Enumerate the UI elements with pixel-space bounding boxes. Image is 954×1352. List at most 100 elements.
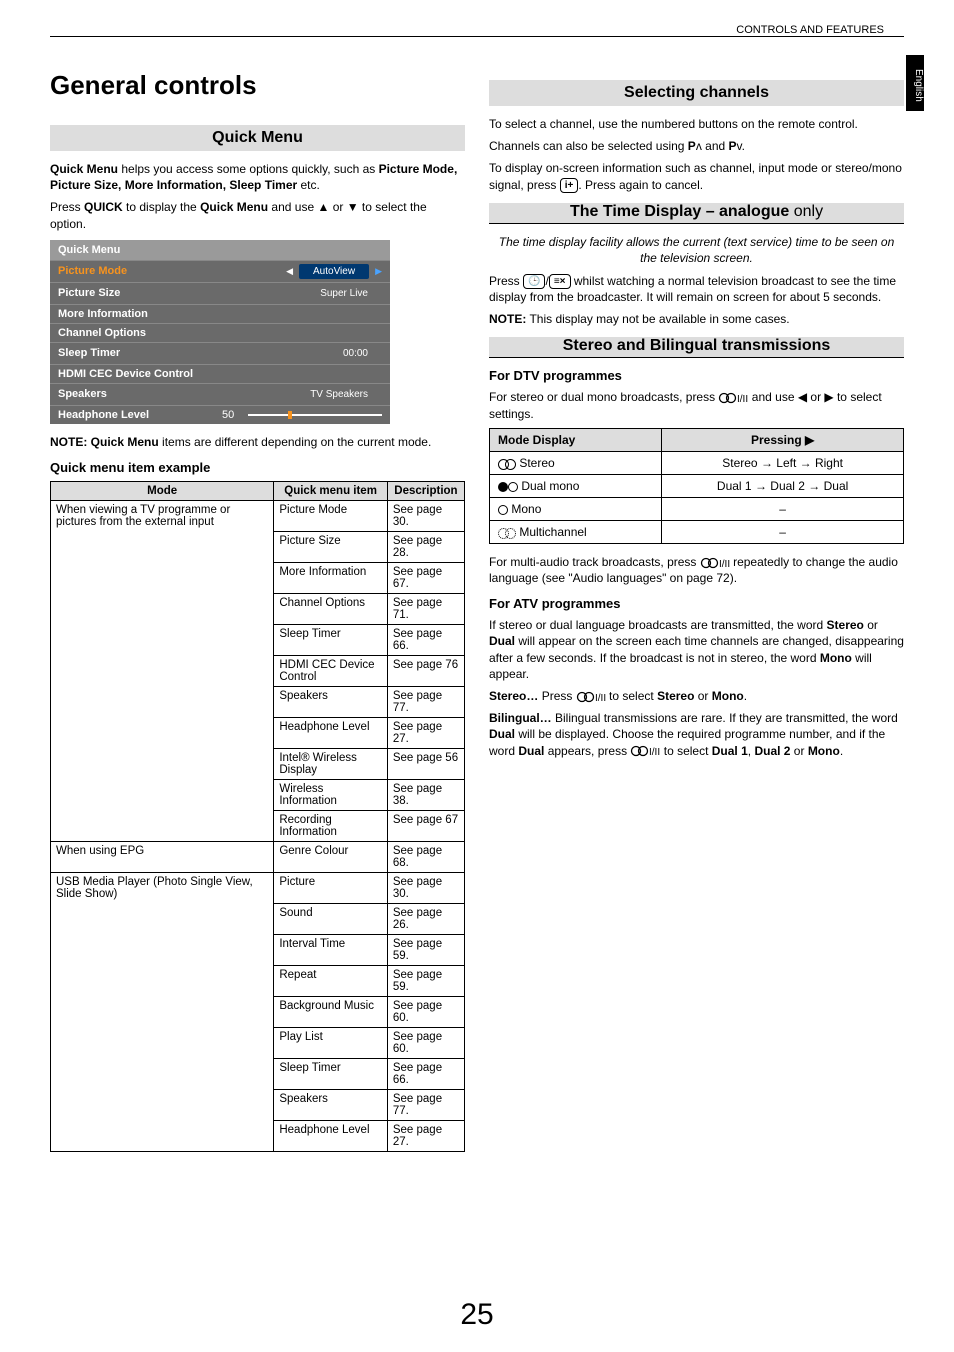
desc-cell: See page 60. (387, 1027, 464, 1058)
osd-row-channel-options: Channel Options (50, 323, 390, 342)
t: Stereo (657, 689, 694, 703)
sel-p2: Channels can also be selected using Pʌ a… (489, 138, 904, 154)
svg-text:I/II: I/II (737, 394, 748, 404)
table-row: Mono – (490, 497, 904, 520)
t: or (694, 689, 711, 703)
t: Press (489, 274, 523, 288)
item-cell: Sound (274, 903, 388, 934)
section-quick-menu: Quick Menu (50, 125, 465, 151)
table-row: Stereo Stereo → Left → Right (490, 451, 904, 474)
page-number: 25 (0, 1298, 954, 1332)
stereo-icon (498, 459, 516, 469)
desc-cell: See page 66. (387, 1058, 464, 1089)
desc-cell: See page 27. (387, 1120, 464, 1151)
t: and use (748, 390, 797, 404)
desc-cell: See page 68. (387, 841, 464, 872)
mode-cell: USB Media Player (Photo Single View, Sli… (51, 872, 274, 1151)
time-italic: The time display facility allows the cur… (489, 234, 904, 266)
atv-p2: Stereo… Press I/II to select Stereo or M… (489, 688, 904, 704)
osd-label: HDMI CEC Device Control (58, 368, 193, 380)
osd-value: 00:00 (329, 346, 382, 361)
item-cell: HDMI CEC Device Control (274, 655, 388, 686)
dual-mono-icon (498, 482, 508, 492)
t: Stereo (827, 618, 864, 632)
sel-p1: To select a channel, use the numbered bu… (489, 116, 904, 132)
osd-label: More Information (58, 308, 148, 320)
item-cell: Headphone Level (274, 717, 388, 748)
info-button-icon: i+ (560, 178, 579, 194)
t: Pressing (751, 433, 802, 447)
th-mode: Mode (51, 481, 274, 500)
osd-slider: 50 (222, 409, 382, 421)
header-section-title: CONTROLS AND FEATURES (736, 24, 884, 36)
osd-value: 50 (222, 409, 242, 421)
stereo-mono-button-icon: I/II (576, 691, 606, 703)
chevron-down-icon: v (737, 139, 742, 153)
desc-cell: See page 56 (387, 748, 464, 779)
t: If stereo or dual language broadcasts ar… (489, 618, 827, 632)
t: appears, press (544, 744, 630, 758)
osd-row-sleep-timer: Sleep Timer 00:00 (50, 342, 390, 364)
th-pressing: Pressing (662, 428, 904, 451)
t: Dual (489, 634, 515, 648)
right-arrow-icon (805, 433, 814, 447)
quick-menu-intro: Quick Menu helps you access some options… (50, 161, 465, 193)
table-row: When using EPGGenre ColourSee page 68. (51, 841, 465, 872)
quick-menu-osd: Quick Menu Picture Mode ◀ AutoView ▶ Pic… (50, 240, 390, 424)
mono-icon (498, 505, 508, 515)
t: For multi-audio track broadcasts, press (489, 555, 700, 569)
page-title: General controls (50, 70, 465, 101)
example-heading: Quick menu item example (50, 460, 465, 475)
quick-menu-press: Press QUICK to display the Quick Menu an… (50, 199, 465, 231)
section-selecting-channels: Selecting channels (489, 80, 904, 106)
t: Mono (511, 502, 541, 516)
item-cell: Sleep Timer (274, 1058, 388, 1089)
header-rule (50, 36, 904, 37)
t: Dual 1 (712, 744, 748, 758)
right-arrow-icon (824, 390, 833, 404)
desc-cell: See page 67. (387, 562, 464, 593)
clock-button-icon: 🕒 (523, 274, 545, 290)
stereo-mono-button-icon: I/II (700, 557, 730, 569)
osd-label: Channel Options (58, 327, 146, 339)
desc-cell: See page 67 (387, 810, 464, 841)
left-column: General controls Quick Menu Quick Menu h… (50, 70, 465, 1152)
desc-cell: See page 77. (387, 686, 464, 717)
item-cell: Repeat (274, 965, 388, 996)
osd-row-headphone: Headphone Level 50 (50, 405, 390, 424)
t: Press (50, 200, 84, 214)
t: Quick Menu (200, 200, 268, 214)
t: For stereo or dual mono broadcasts, pres… (489, 390, 718, 404)
dtv-heading: For DTV programmes (489, 368, 904, 383)
item-cell: Recording Information (274, 810, 388, 841)
osd-row-more-info: More Information (50, 304, 390, 323)
t: to display the (123, 200, 200, 214)
item-cell: Sleep Timer (274, 624, 388, 655)
item-cell: Speakers (274, 1089, 388, 1120)
dtv-p1: For stereo or dual mono broadcasts, pres… (489, 389, 904, 421)
t: The Time Display – (570, 203, 719, 220)
t: or (790, 744, 807, 758)
desc-cell: See page 77. (387, 1089, 464, 1120)
table-header-row: Mode Display Pressing (490, 428, 904, 451)
item-cell: Picture (274, 872, 388, 903)
osd-row-hdmi-cec: HDMI CEC Device Control (50, 364, 390, 383)
t: Mono (820, 651, 852, 665)
item-cell: Genre Colour (274, 841, 388, 872)
osd-row-speakers: Speakers TV Speakers (50, 383, 390, 405)
item-cell: Wireless Information (274, 779, 388, 810)
svg-text:I/II: I/II (649, 747, 660, 757)
desc-cell: See page 30. (387, 500, 464, 531)
multichannel-icon (498, 528, 516, 538)
desc-cell: See page 26. (387, 903, 464, 934)
down-arrow-icon (347, 200, 359, 214)
t: Mono (808, 744, 840, 758)
t: Dual (489, 727, 515, 741)
t: NOTE: (489, 312, 526, 326)
osd-label: Picture Mode (58, 265, 127, 277)
dtv-p2: For multi-audio track broadcasts, press … (489, 554, 904, 586)
qm-bold-1: Quick Menu (50, 162, 118, 176)
osd-label: Speakers (58, 388, 107, 400)
desc-cell: See page 60. (387, 996, 464, 1027)
item-cell: Interval Time (274, 934, 388, 965)
